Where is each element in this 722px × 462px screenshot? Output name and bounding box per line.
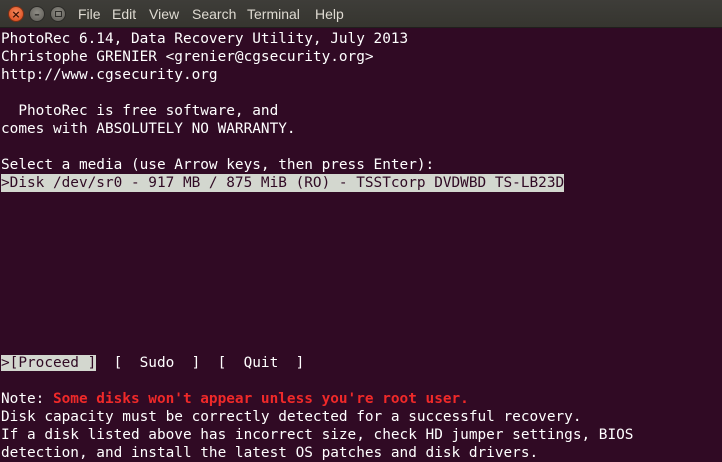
maximize-icon [54, 11, 62, 17]
menu-help[interactable]: Help [315, 0, 344, 28]
proceed-button[interactable]: >[Proceed ] [1, 355, 97, 371]
menu-view[interactable]: View [149, 0, 179, 28]
sudo-button[interactable]: [ Sudo ] [114, 355, 201, 371]
website-line: http://www.cgsecurity.org [1, 67, 218, 83]
license-line: PhotoRec is free software, and [1, 103, 279, 119]
close-icon: × [11, 7, 21, 21]
menu-terminal[interactable]: Terminal [247, 0, 300, 28]
note-label: Note: [1, 391, 53, 407]
menu-search[interactable]: Search [192, 0, 236, 28]
menu-file[interactable]: File [78, 0, 101, 28]
minimize-icon: – [34, 7, 40, 21]
root-warning: Some disks won't appear unless you're ro… [52, 391, 469, 407]
action-row: >[Proceed ] [ Sudo ] [ Quit ] [1, 354, 304, 372]
maximize-window-button[interactable] [50, 6, 66, 22]
terminal-content[interactable]: PhotoRec 6.14, Data Recovery Utility, Ju… [0, 28, 722, 462]
warranty-line: comes with ABSOLUTELY NO WARRANTY. [1, 121, 296, 137]
author-line: Christophe GRENIER <grenier@cgsecurity.o… [1, 49, 374, 65]
disk-size-note: If a disk listed above has incorrect siz… [1, 427, 634, 443]
terminal-window: × – File Edit View Search Terminal Help … [0, 0, 722, 462]
media-list-item[interactable]: >Disk /dev/sr0 - 917 MB / 875 MiB (RO) -… [1, 174, 565, 192]
minimize-window-button[interactable]: – [29, 6, 45, 22]
quit-button[interactable]: [ Quit ] [218, 355, 305, 371]
menu-bar: × – File Edit View Search Terminal Help [0, 0, 722, 28]
driver-note: detection, and install the latest OS pat… [1, 445, 539, 461]
close-window-button[interactable]: × [8, 6, 24, 22]
note-line: Note: Some disks won't appear unless you… [1, 390, 469, 408]
menu-edit[interactable]: Edit [112, 0, 136, 28]
program-title: PhotoRec 6.14, Data Recovery Utility, Ju… [1, 31, 409, 47]
media-prompt: Select a media (use Arrow keys, then pre… [1, 157, 435, 173]
capacity-note: Disk capacity must be correctly detected… [1, 409, 582, 425]
